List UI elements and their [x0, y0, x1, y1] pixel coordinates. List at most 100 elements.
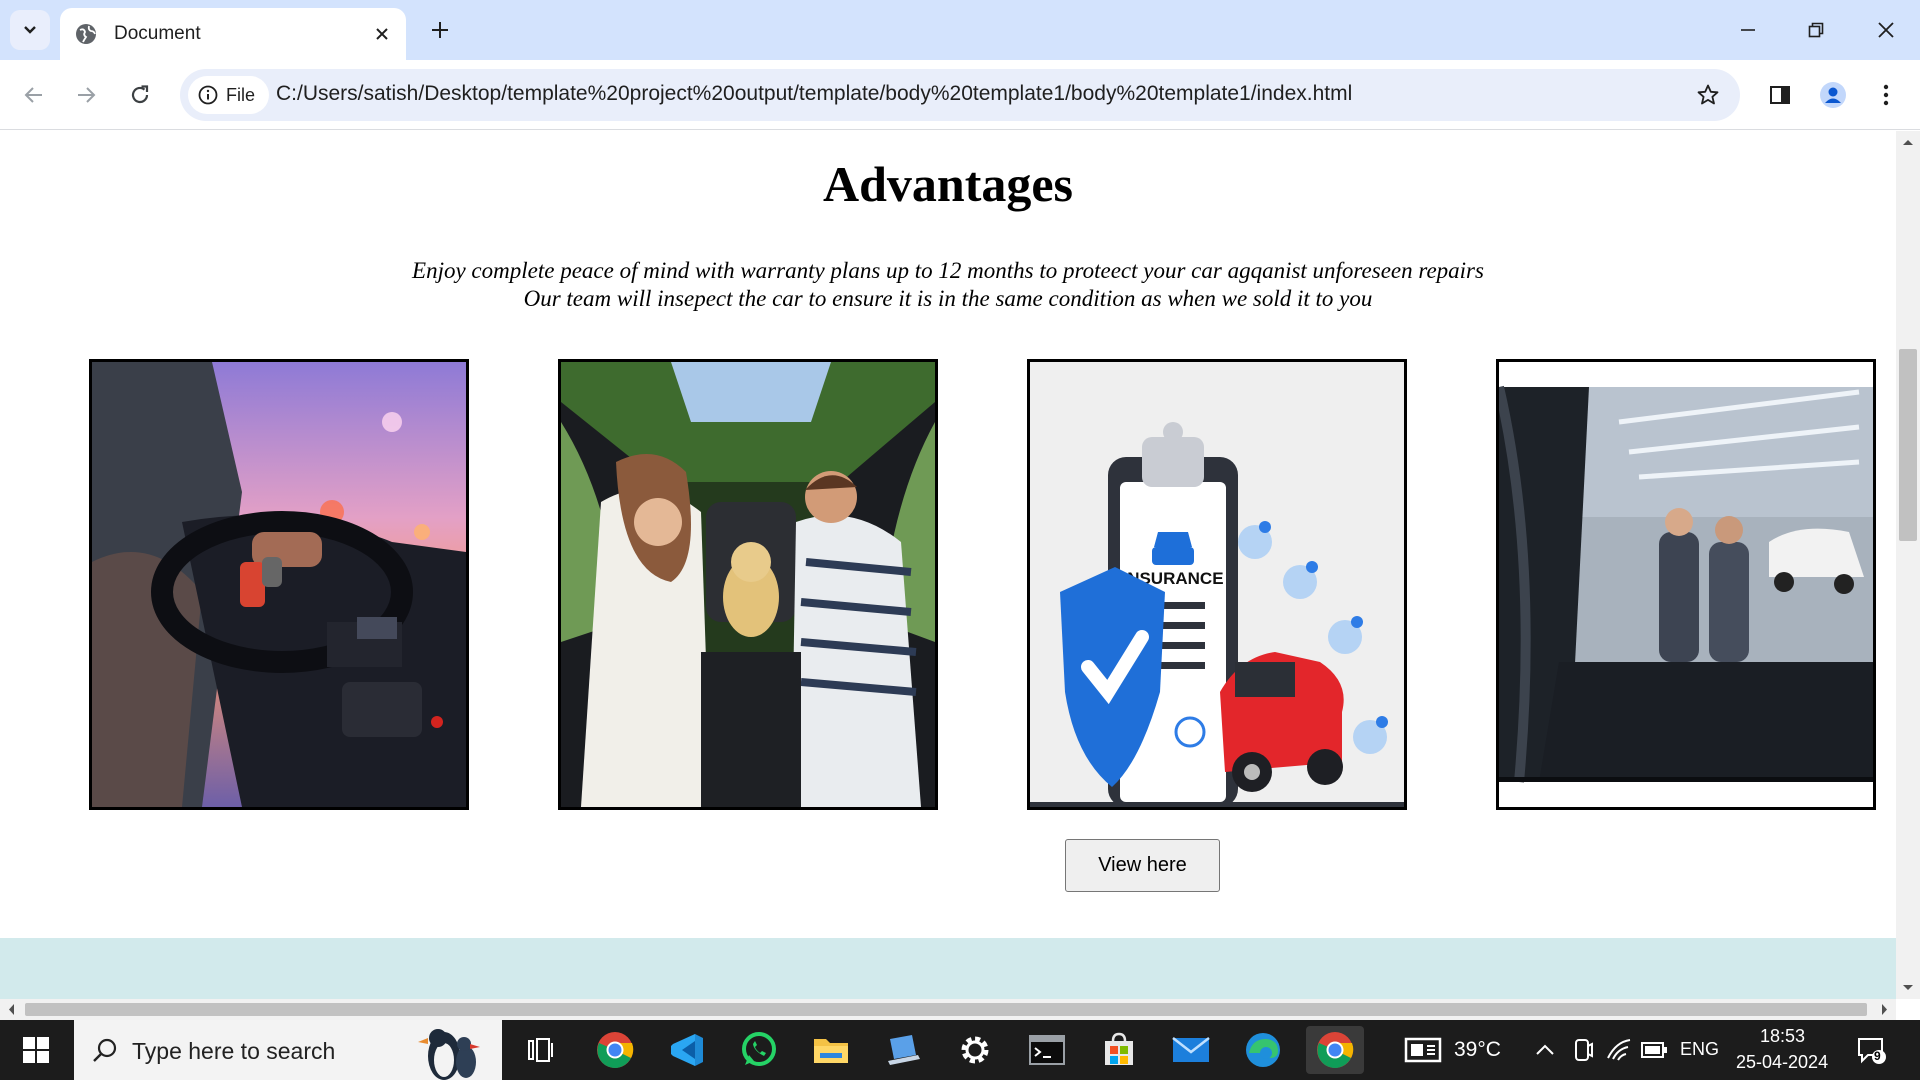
bookmark-button[interactable] — [1690, 77, 1726, 113]
insurance-illustration-image: INSURANCE — [1030, 362, 1404, 807]
taskbar-app-laptop[interactable] — [874, 1026, 932, 1074]
mail-icon — [1172, 1037, 1210, 1062]
close-icon — [1878, 22, 1894, 38]
chrome-icon — [1317, 1032, 1354, 1068]
view-here-button[interactable]: View here — [1065, 839, 1220, 892]
start-button[interactable] — [0, 1020, 72, 1080]
title-bar: Document — [0, 0, 1920, 60]
section-description: Enjoy complete peace of mind with warran… — [0, 257, 1896, 313]
laptop-app-icon — [888, 1035, 920, 1065]
taskbar-whatsapp[interactable] — [730, 1026, 788, 1074]
whatsapp-icon — [742, 1032, 776, 1066]
taskbar-search-box[interactable]: Type here to search — [74, 1020, 502, 1080]
page-viewport: Advantages Enjoy complete peace of mind … — [0, 131, 1896, 999]
close-window-button[interactable] — [1852, 0, 1920, 60]
back-button[interactable] — [12, 73, 56, 117]
task-view-button[interactable] — [512, 1026, 570, 1074]
language-indicator[interactable]: ENG — [1680, 1039, 1719, 1060]
chevron-down-icon — [24, 26, 36, 34]
taskbar-chrome-active[interactable] — [1306, 1026, 1364, 1074]
restore-button[interactable] — [1782, 0, 1850, 60]
taskbar-chrome[interactable] — [586, 1026, 644, 1074]
scroll-down-icon[interactable] — [1896, 977, 1920, 997]
family-in-car-image — [561, 362, 935, 807]
taskbar-edge[interactable] — [1234, 1026, 1292, 1074]
chevron-up-icon[interactable] — [1534, 1039, 1556, 1061]
browser-menu-button[interactable] — [1864, 73, 1908, 117]
more-vertical-icon — [1883, 84, 1889, 106]
profile-button[interactable] — [1811, 73, 1855, 117]
info-icon — [198, 85, 218, 105]
restore-icon — [1808, 22, 1824, 38]
section-heading: Advantages — [822, 156, 1074, 212]
service-garage-image — [1499, 362, 1873, 807]
gear-icon — [961, 1036, 989, 1064]
address-bar[interactable]: File C:/Users/satish/Desktop/template%20… — [180, 69, 1740, 121]
windows-logo-icon — [23, 1037, 49, 1063]
penguin-illustration-icon — [418, 1029, 480, 1080]
side-panel-button[interactable] — [1758, 73, 1802, 117]
forward-button[interactable] — [64, 73, 108, 117]
clock-time[interactable]: 18:53 — [1760, 1026, 1805, 1047]
wifi-icon[interactable] — [1606, 1038, 1632, 1062]
weather-icon[interactable] — [1404, 1035, 1444, 1065]
globe-icon — [76, 24, 96, 44]
advantage-card-driver — [89, 359, 469, 810]
new-tab-button[interactable] — [422, 12, 458, 48]
next-section-band — [0, 938, 1896, 999]
scroll-left-icon[interactable] — [2, 999, 22, 1020]
scrollbar-corner — [1896, 999, 1920, 1020]
windows-taskbar: Type here to search 39°C ENG 18:53 25-04… — [0, 1020, 1920, 1080]
horizontal-scroll-thumb[interactable] — [25, 1003, 1867, 1016]
vertical-scrollbar[interactable] — [1896, 131, 1920, 999]
taskbar-settings[interactable] — [946, 1026, 1004, 1074]
weather-temperature[interactable]: 39°C — [1454, 1038, 1501, 1062]
driver-dashboard-image — [92, 362, 466, 807]
close-icon — [376, 28, 388, 40]
avatar-icon — [1820, 82, 1846, 108]
taskbar-vscode[interactable] — [658, 1026, 716, 1074]
star-icon — [1697, 84, 1719, 105]
description-line-1: Enjoy complete peace of mind with warran… — [412, 258, 1484, 283]
notification-count: 9 — [1874, 1049, 1881, 1063]
vertical-scroll-thumb[interactable] — [1899, 349, 1917, 541]
arrow-right-icon — [78, 87, 96, 103]
battery-icon[interactable] — [1640, 1040, 1668, 1060]
advantage-card-service — [1496, 359, 1876, 810]
tab-search-button[interactable] — [10, 10, 50, 50]
site-info-label: File — [226, 84, 256, 105]
minimize-icon — [1741, 29, 1755, 31]
advantage-card-insurance: INSURANCE — [1027, 359, 1407, 810]
store-icon — [1105, 1032, 1133, 1065]
plus-icon — [432, 22, 448, 38]
description-line-2: Our team will insepect the car to ensure… — [523, 286, 1373, 311]
task-view-icon — [528, 1038, 553, 1062]
side-panel-icon — [1770, 86, 1790, 104]
minimize-button[interactable] — [1714, 0, 1782, 60]
browser-tab[interactable]: Document — [60, 8, 406, 60]
edge-icon — [1246, 1033, 1280, 1067]
search-placeholder: Type here to search — [132, 1038, 336, 1064]
reload-icon — [131, 85, 149, 104]
taskbar-file-explorer[interactable] — [802, 1026, 860, 1074]
folder-icon — [814, 1039, 848, 1063]
browser-toolbar: File C:/Users/satish/Desktop/template%20… — [0, 60, 1920, 130]
tab-title: Document — [114, 23, 201, 44]
tab-close-button[interactable] — [368, 20, 396, 48]
search-icon — [93, 1038, 117, 1062]
url-text[interactable]: C:/Users/satish/Desktop/template%20proje… — [276, 82, 1352, 106]
taskbar-terminal[interactable] — [1018, 1026, 1076, 1074]
scroll-right-icon[interactable] — [1874, 999, 1894, 1020]
site-info-chip[interactable]: File — [188, 76, 270, 114]
arrow-left-icon — [24, 87, 42, 103]
meet-now-icon[interactable] — [1572, 1038, 1594, 1062]
advantage-card-family — [558, 359, 938, 810]
taskbar-store[interactable] — [1090, 1026, 1148, 1074]
clock-date[interactable]: 25-04-2024 — [1736, 1052, 1828, 1073]
vscode-icon — [671, 1034, 703, 1066]
reload-button[interactable] — [118, 73, 162, 117]
taskbar-mail[interactable] — [1162, 1026, 1220, 1074]
notification-icon[interactable] — [1856, 1035, 1886, 1065]
chrome-icon — [597, 1032, 634, 1068]
scroll-up-icon[interactable] — [1896, 133, 1920, 153]
